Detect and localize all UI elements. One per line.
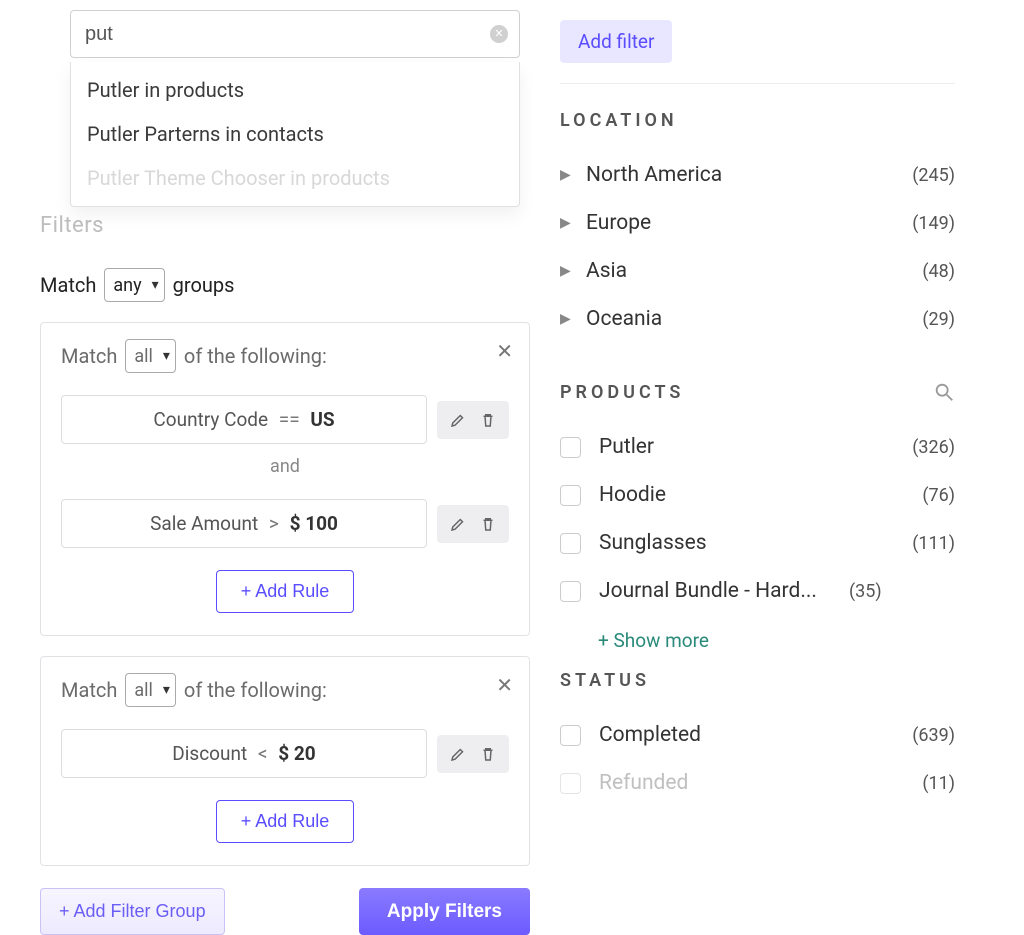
facet-count: (29) [922,309,955,330]
add-rule-button[interactable]: + Add Rule [216,570,355,613]
search-icon[interactable] [933,381,955,403]
rule-op: < [258,742,268,765]
rule-value: $ 100 [290,512,338,535]
facet-count: (48) [922,261,955,282]
rule-field: Sale Amount [150,512,258,535]
facet-label: North America [586,163,912,187]
caret-right-icon: ▶ [560,215,586,231]
add-filter-button[interactable]: Add filter [560,20,672,63]
facet-label: Asia [586,259,922,283]
search-input[interactable] [70,10,520,58]
location-heading-label: LOCATION [560,110,678,131]
trash-icon[interactable] [479,745,497,763]
products-heading: PRODUCTS [560,381,955,403]
facet-label: Refunded [599,771,922,795]
facet-count: (35) [849,581,882,602]
and-label: and [61,456,509,477]
checkbox[interactable] [560,533,581,554]
group-match-suffix: of the following: [184,678,327,702]
trash-icon[interactable] [479,515,497,533]
suggestion-item[interactable]: Putler Parterns in contacts [71,112,519,156]
suggestion-item[interactable]: Putler Theme Chooser in products [71,156,519,200]
facet-label: Completed [599,723,912,747]
status-item[interactable]: Refunded (11) [560,759,955,807]
trash-icon[interactable] [479,411,497,429]
match-scope-select[interactable]: any [104,268,164,302]
rule-display: Sale Amount > $ 100 [61,499,427,548]
product-item[interactable]: Journal Bundle - Hard... (35) [560,567,955,615]
facet-count: (11) [922,773,955,794]
facet-label: Sunglasses [599,531,912,555]
facet-count: (326) [912,437,955,458]
rule-op: > [269,512,279,535]
facet-label: Hoodie [599,483,922,507]
status-item[interactable]: Completed (639) [560,711,955,759]
suggestion-item[interactable]: Putler in products [71,68,519,112]
rule-op: == [279,408,300,431]
location-item[interactable]: ▶ Europe (149) [560,199,955,247]
edit-icon[interactable] [449,515,467,533]
apply-filters-button[interactable]: Apply Filters [359,888,530,935]
location-item[interactable]: ▶ Asia (48) [560,247,955,295]
rule-field: Discount [172,742,247,765]
checkbox[interactable] [560,485,581,506]
facet-count: (245) [912,165,955,186]
rule-value: US [310,408,334,431]
facet-label: Oceania [586,307,922,331]
show-more-button[interactable]: + Show more [560,615,955,670]
status-heading: STATUS [560,670,955,691]
checkbox[interactable] [560,581,581,602]
product-item[interactable]: Hoodie (76) [560,471,955,519]
caret-right-icon: ▶ [560,167,586,183]
facet-count: (149) [912,213,955,234]
location-item[interactable]: ▶ Oceania (29) [560,295,955,343]
facet-count: (639) [912,725,955,746]
edit-icon[interactable] [449,745,467,763]
product-item[interactable]: Sunglasses (111) [560,519,955,567]
search-suggestions: Putler in products Putler Parterns in co… [70,62,520,207]
rule-value: $ 20 [278,742,315,765]
facet-label: Europe [586,211,912,235]
divider [560,83,955,84]
group-scope-select[interactable]: all [125,673,176,707]
caret-right-icon: ▶ [560,263,586,279]
product-item[interactable]: Putler (326) [560,423,955,471]
products-heading-label: PRODUCTS [560,382,684,403]
rule-display: Discount < $ 20 [61,729,427,778]
group-match-prefix: Match [61,678,117,702]
status-heading-label: STATUS [560,670,650,691]
checkbox[interactable] [560,437,581,458]
group-match-suffix: of the following: [184,344,327,368]
filter-group: Match all of the following: ✕ Country Co… [40,322,530,636]
facet-label: Putler [599,435,912,459]
match-label: Match [40,273,96,297]
group-scope-select[interactable]: all [125,339,176,373]
close-group-icon[interactable]: ✕ [496,339,513,363]
clear-search-icon[interactable]: ✕ [490,25,508,43]
rule-display: Country Code == US [61,395,427,444]
edit-icon[interactable] [449,411,467,429]
group-match-prefix: Match [61,344,117,368]
facet-count: (111) [912,533,955,554]
add-filter-group-button[interactable]: + Add Filter Group [40,888,225,935]
close-group-icon[interactable]: ✕ [496,673,513,697]
facet-count: (76) [922,485,955,506]
location-heading: LOCATION [560,110,955,131]
rule-field: Country Code [153,408,268,431]
checkbox[interactable] [560,725,581,746]
facet-label: Journal Bundle - Hard... [599,579,849,603]
match-suffix: groups [173,273,235,297]
add-rule-button[interactable]: + Add Rule [216,800,355,843]
location-item[interactable]: ▶ North America (245) [560,151,955,199]
checkbox[interactable] [560,773,581,794]
filters-heading: Filters [40,213,530,238]
caret-right-icon: ▶ [560,311,586,327]
filter-group: Match all of the following: ✕ Discount <… [40,656,530,866]
